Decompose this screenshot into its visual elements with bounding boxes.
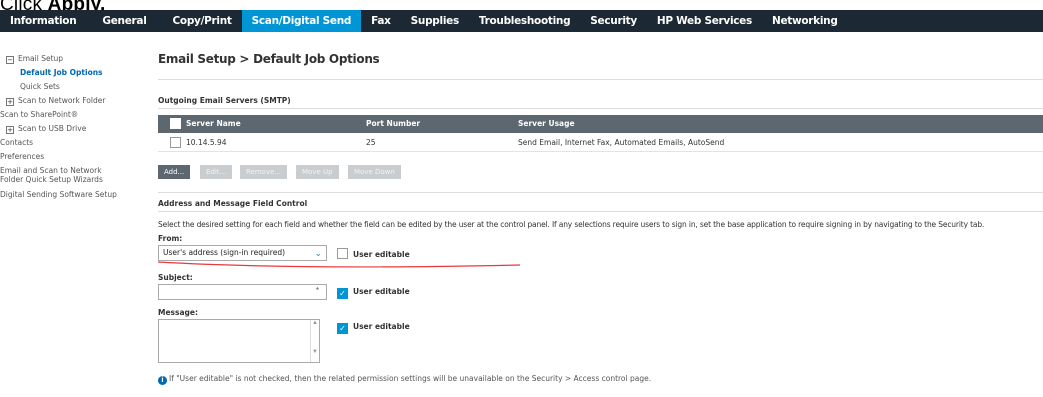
port-number-cell: 25 <box>366 138 376 147</box>
from-select[interactable]: User's address (sign-in required) ⌄ <box>158 245 327 261</box>
edit-server-button[interactable]: Edit... <box>200 165 233 179</box>
info-icon: i <box>158 376 167 385</box>
remove-server-button[interactable]: Remove... <box>240 165 288 179</box>
sidebar-item-digital-sending-software-setup[interactable]: Digital Sending Software Setup <box>0 190 117 199</box>
expand-icon[interactable]: + <box>6 98 14 106</box>
divider <box>158 211 1043 212</box>
server-usage-cell: Send Email, Internet Fax, Automated Emai… <box>518 138 725 147</box>
message-textarea[interactable] <box>159 320 309 362</box>
add-server-button[interactable]: Add... <box>158 165 191 179</box>
sidebar-item-quick-sets[interactable]: Quick Sets <box>20 82 60 91</box>
sidebar-item-label: Email Setup <box>18 54 64 63</box>
sidebar-item-contacts[interactable]: Contacts <box>0 138 33 147</box>
sidebar-item-quick-setup-wizards[interactable]: Email and Scan to Network Folder Quick Se… <box>0 166 103 184</box>
chevron-down-icon: ⌄ <box>314 249 322 259</box>
sidebar-item-default-job-options[interactable]: Default Job Options <box>20 68 103 77</box>
user-editable-label: User editable <box>353 287 410 296</box>
smtp-table-header: Server Name Port Number Server Usage <box>158 115 1043 133</box>
from-label: From: <box>158 234 183 243</box>
message-label: Message: <box>158 308 198 317</box>
column-header-port-number[interactable]: Port Number <box>366 115 420 133</box>
tab-information[interactable]: Information <box>0 10 86 32</box>
permission-note: i If "User editable" is not checked, then… <box>158 374 651 385</box>
sidebar-item-email-setup[interactable]: − Email Setup <box>6 54 63 64</box>
checkmark-icon[interactable]: ✓ <box>337 323 348 334</box>
sidebar-item-preferences[interactable]: Preferences <box>0 152 44 161</box>
sidebar-item-label: Scan to Network Folder <box>18 96 106 105</box>
server-name-cell: 10.14.5.94 <box>186 138 227 147</box>
sidebar-item-scan-to-usb-drive[interactable]: + Scan to USB Drive <box>6 124 86 134</box>
select-all-checkbox[interactable] <box>170 118 181 129</box>
move-up-button[interactable]: Move Up <box>296 165 339 179</box>
subject-label: Subject: <box>158 273 193 282</box>
sidebar-item-label: Scan to USB Drive <box>18 124 87 133</box>
from-select-value: User's address (sign-in required) <box>163 248 286 257</box>
row-checkbox[interactable] <box>170 137 181 148</box>
divider <box>158 108 1043 109</box>
table-row[interactable]: 10.14.5.94 25 Send Email, Internet Fax, … <box>158 134 1043 152</box>
sidebar-item-scan-to-network-folder[interactable]: + Scan to Network Folder <box>6 96 105 106</box>
collapse-icon[interactable]: − <box>6 56 14 64</box>
column-header-server-usage[interactable]: Server Usage <box>518 115 575 133</box>
user-editable-label: User editable <box>353 250 410 259</box>
subject-field[interactable]: * <box>158 284 327 303</box>
scroll-up-icon[interactable]: ▲ <box>311 320 319 326</box>
from-user-editable-checkbox[interactable] <box>337 248 348 259</box>
note-text: If "User editable" is not checked, then … <box>169 374 652 383</box>
smtp-section-title: Outgoing Email Servers (SMTP) <box>158 96 291 105</box>
tab-general[interactable]: General <box>92 10 156 32</box>
main-content: Email Setup > Default Job Options Outgoi… <box>158 0 1043 397</box>
message-scrollbar[interactable]: ▲ ▼ <box>310 320 319 362</box>
expand-icon[interactable]: + <box>6 126 14 134</box>
address-description: Select the desired setting for each fiel… <box>158 220 985 229</box>
move-down-button[interactable]: Move Down <box>348 165 401 179</box>
required-marker: * <box>315 286 319 295</box>
sidebar-item-label: Email and Scan to Network <box>0 166 102 175</box>
subject-user-editable[interactable]: ✓ User editable <box>337 287 410 299</box>
sidebar-item-scan-to-sharepoint[interactable]: Scan to SharePoint® <box>0 110 78 119</box>
column-header-server-name[interactable]: Server Name <box>186 115 241 133</box>
divider <box>158 79 1043 80</box>
sidebar-item-label: Folder Quick Setup Wizards <box>0 175 103 184</box>
from-user-editable[interactable]: User editable <box>337 248 410 259</box>
subject-input[interactable] <box>159 288 309 303</box>
scroll-down-icon[interactable]: ▼ <box>311 349 319 355</box>
divider <box>158 192 1043 193</box>
checkmark-icon[interactable]: ✓ <box>337 288 348 299</box>
page-title: Email Setup > Default Job Options <box>158 52 380 66</box>
user-editable-label: User editable <box>353 322 410 331</box>
address-section-title: Address and Message Field Control <box>158 199 308 208</box>
message-user-editable[interactable]: ✓ User editable <box>337 322 410 334</box>
message-field[interactable]: ▲ ▼ <box>158 319 320 363</box>
